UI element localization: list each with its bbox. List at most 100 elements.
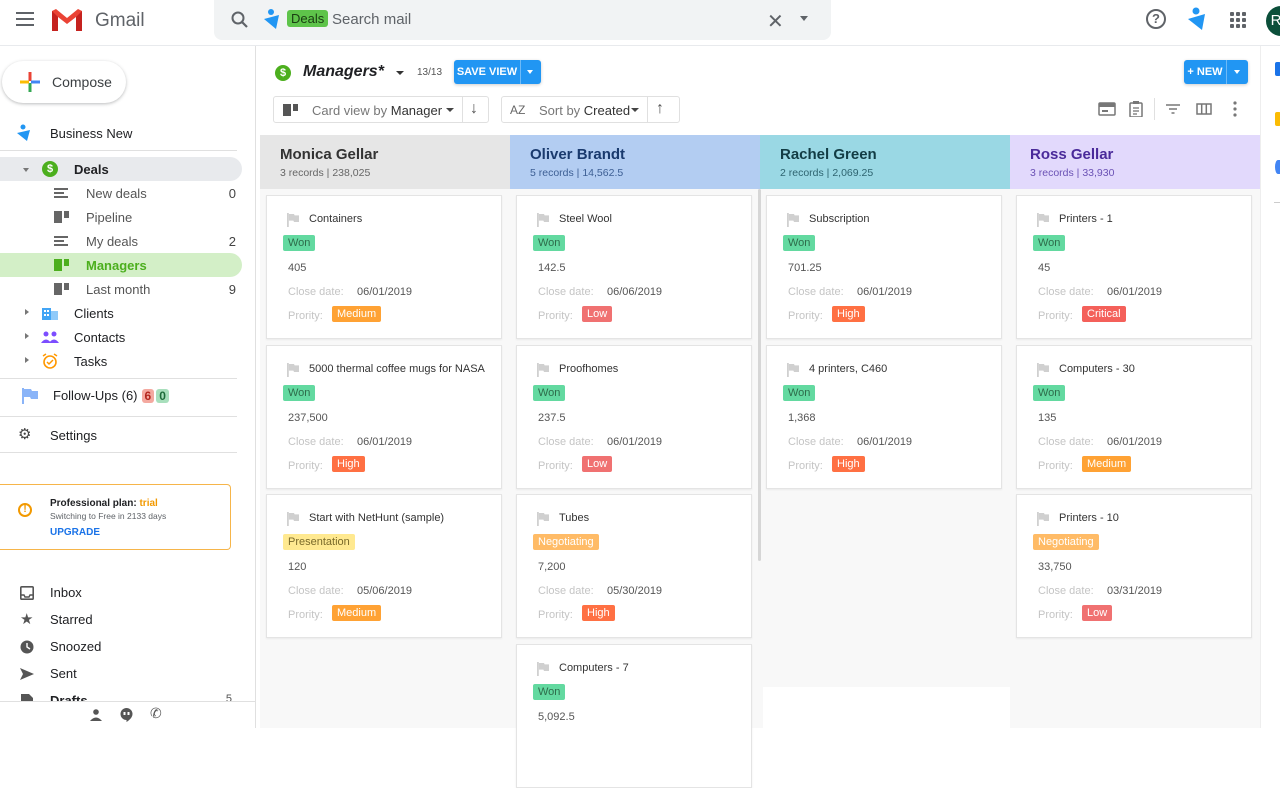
- sidebar-item-follow-ups[interactable]: Follow-Ups (6) 6 0: [0, 383, 242, 407]
- sidebar-item-contacts[interactable]: Contacts: [0, 325, 242, 349]
- send-icon: [20, 668, 34, 680]
- calendar-icon[interactable]: [1275, 62, 1280, 76]
- close-date-value: 06/01/2019: [857, 435, 913, 448]
- phone-icon[interactable]: ✆: [150, 705, 162, 722]
- column-scrollbar[interactable]: [758, 189, 761, 561]
- hangouts-icon[interactable]: [120, 708, 133, 722]
- sidebar-item-deals[interactable]: $ Deals: [0, 157, 242, 181]
- sidebar-item-inbox[interactable]: Inbox: [0, 580, 242, 606]
- close-icon[interactable]: ✕: [767, 9, 784, 34]
- deal-card[interactable]: Computers - 7 Won 5,092.5: [516, 643, 752, 788]
- arrow-down-icon[interactable]: ↓: [470, 100, 478, 118]
- save-view-button[interactable]: SAVE VIEW: [454, 60, 541, 84]
- clipboard-icon[interactable]: [1127, 101, 1145, 117]
- column-header[interactable]: Ross Gellar 3 records | 33,930: [1010, 135, 1260, 189]
- board-column: Monica Gellar 3 records | 238,025 Containe…: [260, 135, 510, 728]
- chevron-down-icon[interactable]: [446, 108, 454, 112]
- compose-button[interactable]: Compose: [2, 61, 126, 103]
- sidebar-item-pipeline[interactable]: Pipeline: [0, 205, 242, 229]
- sidebar-item-clients[interactable]: Clients: [0, 301, 242, 325]
- deal-card[interactable]: Computers - 30 Won 135 Close date: 06/01/201…: [1016, 344, 1252, 489]
- column-header[interactable]: Rachel Green 2 records | 2,069.25: [760, 135, 1010, 189]
- help-icon[interactable]: ?: [1146, 9, 1166, 29]
- flag-icon[interactable]: [537, 512, 549, 526]
- more-options-icon[interactable]: [1226, 101, 1244, 117]
- close-date-value: 06/01/2019: [607, 435, 663, 448]
- search-icon[interactable]: [230, 10, 250, 30]
- overdue-badge[interactable]: 6: [141, 389, 155, 403]
- new-options-chevron-down-icon[interactable]: [1234, 70, 1240, 74]
- flag-icon[interactable]: [287, 512, 299, 526]
- apps-grid-icon[interactable]: [1230, 12, 1246, 28]
- new-record-button[interactable]: + NEW: [1184, 60, 1248, 84]
- sidebar-item-snoozed[interactable]: Snoozed: [0, 634, 242, 660]
- flag-icon[interactable]: [1037, 213, 1049, 227]
- chevron-down-icon[interactable]: [631, 108, 639, 112]
- column-manager-name: Oliver Brandt: [530, 146, 626, 163]
- chevron-down-icon[interactable]: [23, 168, 29, 172]
- chevron-right-icon[interactable]: [25, 357, 29, 363]
- flag-icon[interactable]: [537, 362, 549, 377]
- deal-card[interactable]: 5000 thermal coffee mugs for NASA Won 237,…: [266, 344, 502, 489]
- item-label: New deals: [86, 186, 147, 201]
- deal-amount: 135: [1038, 411, 1057, 424]
- search-filter-chip[interactable]: Deals: [287, 10, 329, 27]
- arrow-up-icon[interactable]: ↑: [656, 100, 664, 118]
- search-bar[interactable]: Deals Search mail ✕: [214, 0, 831, 40]
- columns-icon[interactable]: [1195, 101, 1213, 117]
- table-view-icon[interactable]: [1098, 101, 1116, 117]
- deal-card[interactable]: 4 printers, C460 Won 1,368 Close date: 06/01…: [766, 344, 1002, 489]
- stage-badge: Won: [283, 235, 316, 251]
- flag-icon[interactable]: [287, 213, 299, 227]
- flag-icon[interactable]: [787, 213, 799, 227]
- deal-card[interactable]: Printers - 1 Won 45 Close date: 06/01/2019 Pr…: [1016, 195, 1252, 339]
- flag-icon[interactable]: [1037, 512, 1049, 526]
- save-view-label: SAVE VIEW: [456, 66, 518, 78]
- keep-icon[interactable]: [1275, 112, 1280, 126]
- upgrade-button[interactable]: UPGRADE: [50, 527, 100, 538]
- main-menu-icon[interactable]: [16, 12, 34, 26]
- column-header[interactable]: Monica Gellar 3 records | 238,025: [260, 135, 510, 189]
- sidebar-item-settings[interactable]: ⚙ Settings: [0, 423, 242, 447]
- person-icon[interactable]: [90, 709, 102, 721]
- deal-card[interactable]: Start with NetHunt (sample) Presentation 1…: [266, 494, 502, 638]
- plan-subtitle: Switching to Free in 2133 days: [50, 511, 167, 521]
- search-options-chevron-down-icon[interactable]: [800, 16, 808, 21]
- flag-icon[interactable]: [537, 213, 549, 227]
- sidebar-item-my-deals[interactable]: My deals 2: [0, 229, 242, 253]
- sidebar-item-last-month[interactable]: Last month 9: [0, 277, 242, 301]
- chevron-right-icon[interactable]: [25, 333, 29, 339]
- nethunt-icon[interactable]: [1186, 6, 1208, 32]
- tasks-icon[interactable]: [1275, 160, 1280, 174]
- sidebar-item-tasks[interactable]: Tasks: [0, 349, 242, 373]
- sidebar-item-new-deals[interactable]: New deals 0: [0, 181, 242, 205]
- sort-selector[interactable]: AZ Sort by Created ↑: [501, 96, 680, 123]
- search-input[interactable]: Search mail: [332, 11, 411, 28]
- avatar[interactable]: R: [1266, 6, 1280, 36]
- sidebar-item-managers[interactable]: Managers: [0, 253, 242, 277]
- flag-icon[interactable]: [537, 661, 549, 676]
- sidebar-item-sent[interactable]: Sent: [0, 661, 242, 687]
- deal-card[interactable]: Containers Won 405 Close date: 06/01/2019 Pro…: [266, 195, 502, 339]
- flag-icon[interactable]: [787, 362, 799, 377]
- card-view-selector[interactable]: Card view by Manager ↓: [273, 96, 489, 123]
- flag-icon[interactable]: [287, 362, 299, 377]
- gmail-logo-icon[interactable]: [50, 7, 84, 33]
- deal-card[interactable]: Subscription Won 701.25 Close date: 06/01/20…: [766, 195, 1002, 339]
- column-header[interactable]: Oliver Brandt 5 records | 14,562.5: [510, 135, 760, 189]
- chevron-right-icon[interactable]: [25, 309, 29, 315]
- deal-card[interactable]: Proofhomes Won 237.5 Close date: 06/01/2019 P…: [516, 344, 752, 489]
- sidebar-item-business-new[interactable]: Business New: [0, 121, 242, 145]
- deal-title: Steel Wool: [559, 213, 612, 225]
- view-menu-chevron-down-icon[interactable]: [396, 71, 404, 75]
- upcoming-badge[interactable]: 0: [156, 389, 169, 403]
- gear-icon: ⚙: [18, 426, 32, 443]
- sidebar-item-starred[interactable]: ★ Starred: [0, 607, 242, 633]
- save-options-chevron-down-icon[interactable]: [527, 70, 533, 74]
- deal-card[interactable]: Tubes Negotiating 7,200 Close date: 05/30/20…: [516, 494, 752, 638]
- flag-icon[interactable]: [1037, 362, 1049, 377]
- deal-card[interactable]: Printers - 10 Negotiating 33,750 Close date…: [1016, 494, 1252, 638]
- view-title[interactable]: Managers*: [303, 63, 384, 81]
- deal-card[interactable]: Steel Wool Won 142.5 Close date: 06/06/2019 P…: [516, 195, 752, 339]
- filter-icon[interactable]: [1164, 101, 1182, 117]
